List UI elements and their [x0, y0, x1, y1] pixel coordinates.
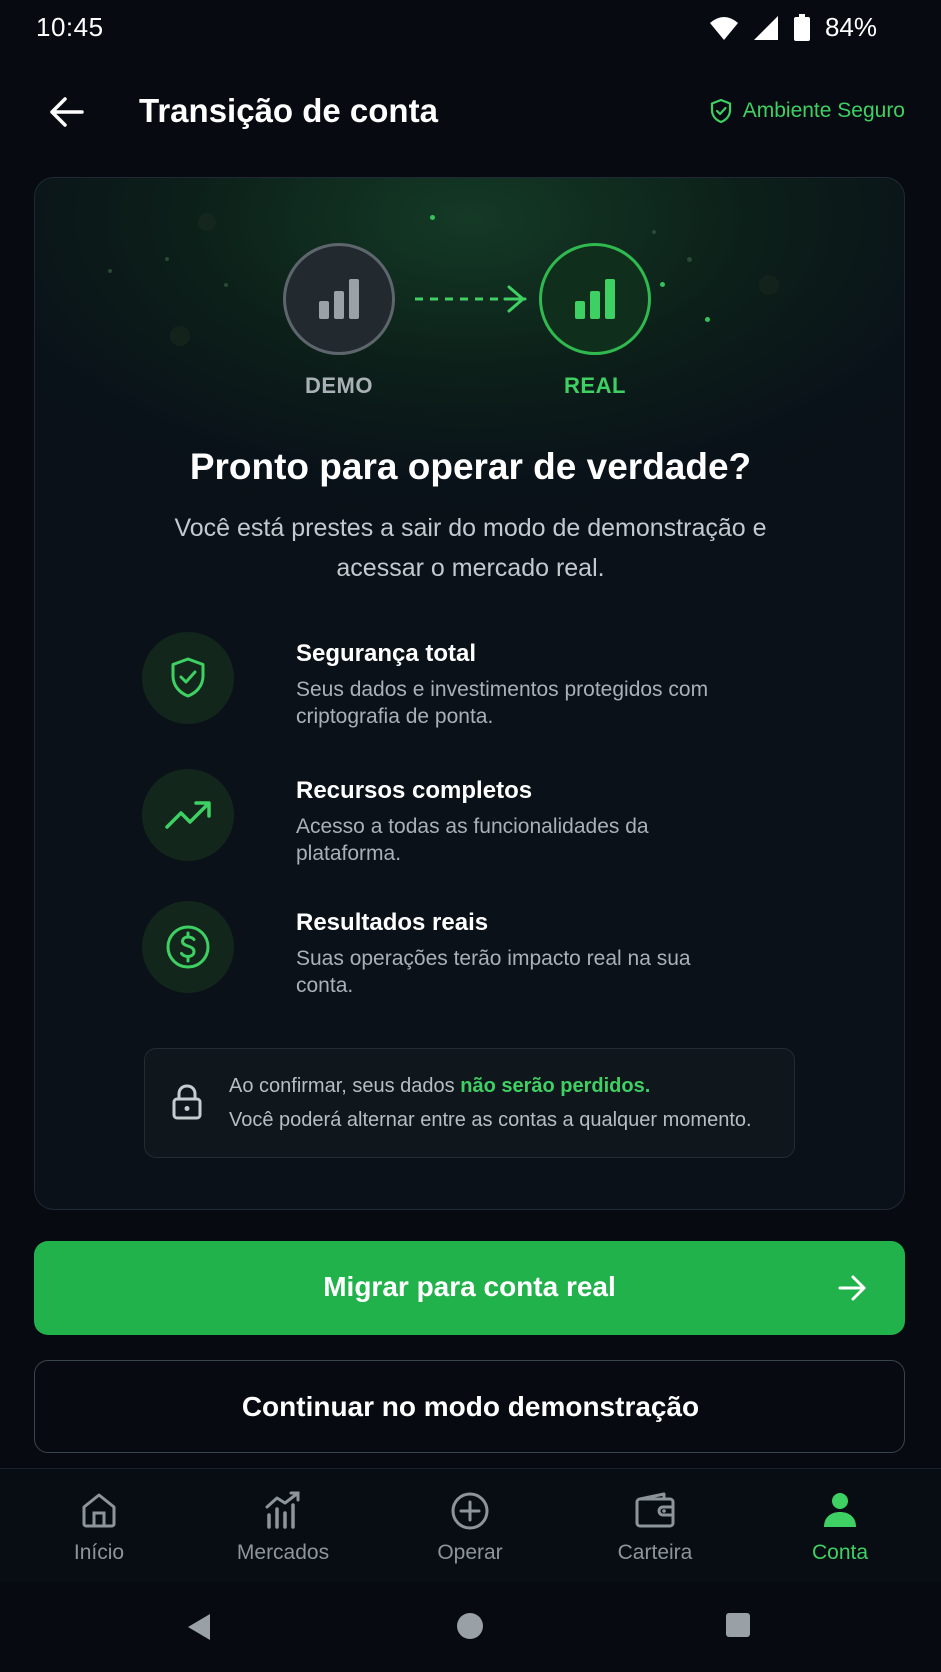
bottom-navigation: Início Mercados Operar Carteira Conta	[0, 1468, 941, 1582]
secure-environment-badge: Ambiente Seguro	[709, 98, 905, 124]
page-title: Transição de conta	[139, 92, 438, 129]
user-icon	[824, 1493, 856, 1527]
dashed-arrow-icon	[415, 285, 527, 313]
secure-badge-label: Ambiente Seguro	[742, 99, 905, 122]
wallet-icon	[635, 1492, 675, 1528]
bar-chart-icon	[575, 279, 615, 319]
feature-item-security: Segurança total Seus dados e investiment…	[142, 632, 782, 732]
wifi-icon	[709, 16, 738, 40]
nav-item-carteira[interactable]: Carteira	[580, 1469, 730, 1583]
demo-mode-circle	[283, 243, 395, 355]
info-text: Ao confirmar, seus dados	[229, 1075, 461, 1097]
nav-item-operar[interactable]: Operar	[395, 1469, 545, 1583]
real-label: REAL	[564, 373, 626, 398]
nav-item-inicio[interactable]: Início	[24, 1469, 174, 1583]
decorative-dot	[705, 317, 710, 322]
app-header: Transição de conta Ambiente Seguro	[0, 72, 941, 152]
continue-demo-label: Continuar no modo demonstração	[241, 1391, 700, 1422]
screen: 10:45 84% Transição de conta Ambiente Se…	[0, 0, 941, 1672]
dollar-circle-icon	[166, 925, 210, 969]
continue-demo-button[interactable]: Continuar no modo demonstração	[34, 1360, 905, 1453]
headline: Pronto para operar de verdade?	[189, 446, 752, 487]
nav-item-conta[interactable]: Conta	[765, 1469, 915, 1583]
info-line-1: Ao confirmar, seus dados não serão perdi…	[229, 1075, 650, 1098]
feature-item-results: Resultados reais Suas operações terão im…	[142, 901, 782, 1001]
shield-check-icon	[710, 98, 731, 124]
decorative-dot	[660, 282, 665, 287]
trending-up-icon	[165, 801, 211, 829]
nav-label: Carteira	[617, 1541, 693, 1564]
decorative-dot	[108, 269, 112, 273]
decorative-dot	[430, 215, 435, 220]
battery-icon	[793, 13, 810, 41]
feature-item-resources: Recursos completos Acesso a todas as fun…	[142, 769, 782, 869]
system-recents-icon[interactable]	[725, 1612, 751, 1638]
info-line-2: Você poderá alternar entre as contas a q…	[229, 1109, 752, 1131]
feature-title: Recursos completos	[296, 777, 533, 804]
feature-icon-container	[142, 769, 234, 861]
nav-item-mercados[interactable]: Mercados	[208, 1469, 358, 1583]
info-notice: Ao confirmar, seus dados não serão perdi…	[144, 1048, 795, 1158]
feature-description: Seus dados e investimentos protegidos co…	[296, 678, 709, 728]
arrow-left-icon	[50, 97, 84, 127]
nav-label: Mercados	[236, 1541, 330, 1564]
home-icon	[82, 1493, 116, 1528]
feature-title: Segurança total	[296, 640, 477, 667]
subtext: Você está prestes a sair do modo de demo…	[174, 514, 767, 582]
migrate-button-label: Migrar para conta real	[323, 1271, 616, 1302]
status-bar: 10:45 84%	[0, 0, 941, 56]
decorative-dot	[224, 283, 228, 287]
battery-percent: 84%	[824, 12, 877, 42]
nav-label: Conta	[811, 1541, 869, 1564]
system-back-icon[interactable]	[185, 1612, 213, 1642]
system-navigation-bar	[0, 1582, 941, 1672]
decorative-dot	[652, 230, 656, 234]
real-mode-circle	[539, 243, 651, 355]
status-time: 10:45	[36, 12, 104, 42]
bar-chart-icon	[319, 279, 359, 319]
decorative-dot	[170, 326, 190, 346]
feature-description: Acesso a todas as funcionalidades da pla…	[296, 815, 649, 865]
plus-circle-icon	[451, 1492, 489, 1530]
nav-label: Operar	[437, 1541, 503, 1564]
cellular-signal-icon	[753, 15, 778, 40]
decorative-dot	[198, 213, 216, 231]
feature-icon-container	[142, 901, 234, 993]
shield-check-icon	[171, 657, 205, 698]
lock-icon	[172, 1084, 202, 1120]
feature-description: Suas operações terão impacto real na sua…	[296, 947, 691, 997]
system-home-icon[interactable]	[456, 1612, 484, 1640]
transition-card: DEMO REAL Pronto para operar de verdade?…	[34, 177, 905, 1210]
feature-title: Resultados reais	[296, 909, 489, 936]
decorative-dot	[759, 275, 779, 295]
feature-icon-container	[142, 632, 234, 724]
arrow-right-icon	[838, 1275, 866, 1301]
nav-label: Início	[73, 1541, 125, 1564]
demo-label: DEMO	[305, 373, 373, 398]
migrate-to-real-button[interactable]: Migrar para conta real	[34, 1241, 905, 1335]
markets-chart-icon	[265, 1491, 300, 1529]
back-button[interactable]	[40, 90, 92, 134]
info-highlight: não serão perdidos.	[460, 1075, 651, 1097]
decorative-dot	[687, 257, 692, 262]
status-indicators: 84%	[709, 12, 877, 43]
decorative-dot	[165, 257, 169, 261]
